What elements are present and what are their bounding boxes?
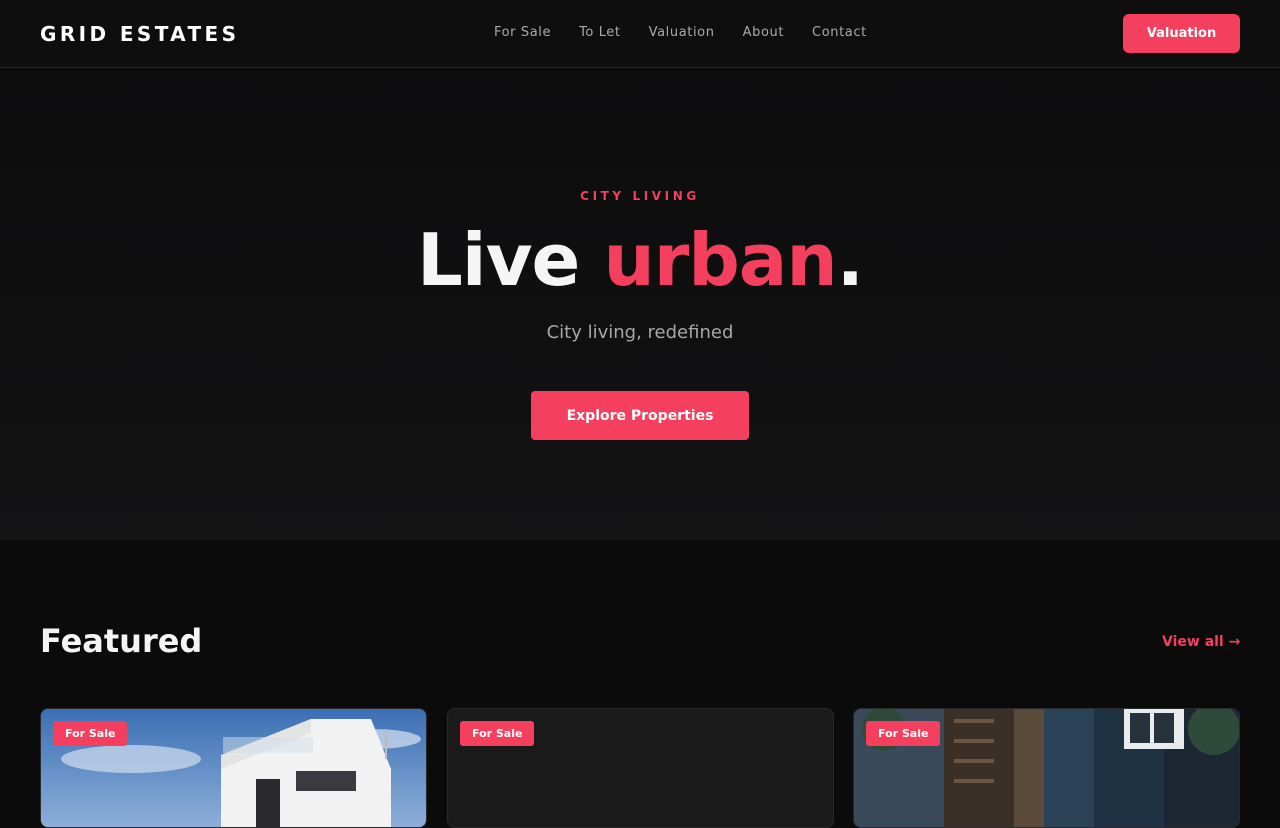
status-badge: For Sale bbox=[53, 721, 128, 746]
main-nav: For Sale To Let Valuation About Contact bbox=[494, 25, 867, 40]
brand-logo[interactable]: GRID ESTATES bbox=[40, 22, 239, 46]
explore-properties-button[interactable]: Explore Properties bbox=[531, 391, 749, 440]
view-all-link[interactable]: View all → bbox=[1162, 634, 1240, 650]
hero-title-end: . bbox=[836, 218, 864, 302]
property-card[interactable]: For Sale bbox=[447, 708, 834, 828]
nav-link-about[interactable]: About bbox=[743, 25, 784, 40]
top-navigation-bar: GRID ESTATES For Sale To Let Valuation A… bbox=[0, 0, 1280, 68]
hero-title-accent: urban bbox=[603, 218, 837, 302]
nav-link-contact[interactable]: Contact bbox=[812, 25, 867, 40]
hero-subtitle: City living, redefined bbox=[546, 322, 734, 343]
hero-title-lead: Live bbox=[417, 218, 580, 302]
property-card[interactable]: For Sale bbox=[40, 708, 427, 828]
property-card[interactable]: For Sale bbox=[853, 708, 1240, 828]
nav-link-for-sale[interactable]: For Sale bbox=[494, 25, 551, 40]
status-badge: For Sale bbox=[460, 721, 535, 746]
hero-title: Live urban. bbox=[0, 218, 1280, 302]
nav-link-valuation[interactable]: Valuation bbox=[649, 25, 715, 40]
featured-heading: Featured bbox=[40, 622, 203, 660]
valuation-button[interactable]: Valuation bbox=[1123, 14, 1240, 53]
hero-section: CITY LIVING Live urban. City living, red… bbox=[0, 68, 1280, 540]
hero-eyebrow: CITY LIVING bbox=[580, 189, 700, 203]
nav-link-to-let[interactable]: To Let bbox=[579, 25, 621, 40]
status-badge: For Sale bbox=[866, 721, 941, 746]
